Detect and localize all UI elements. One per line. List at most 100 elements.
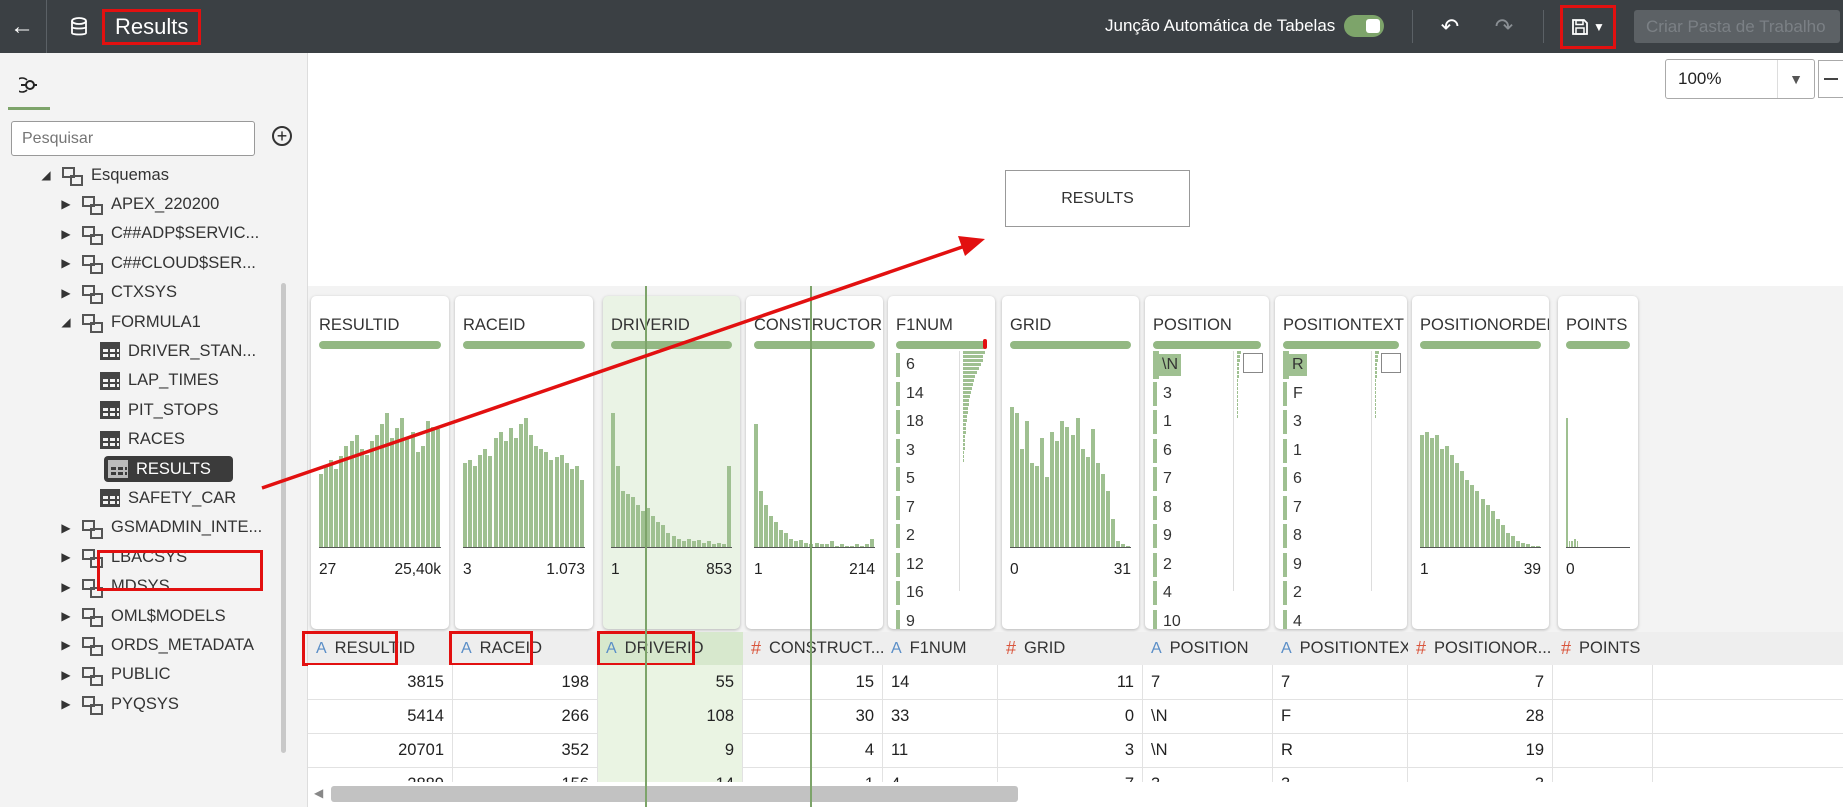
- table-cell[interactable]: 7: [1408, 665, 1553, 699]
- value-list-item[interactable]: 2: [896, 522, 924, 551]
- tree-schema-item[interactable]: ▶ PUBLIC: [58, 660, 171, 690]
- value-list-item[interactable]: 3: [896, 437, 924, 466]
- connections-tab[interactable]: [8, 63, 50, 110]
- table-cell[interactable]: 30: [743, 699, 883, 733]
- value-list-item[interactable]: 9: [896, 608, 924, 629]
- value-list-item[interactable]: 7: [1283, 494, 1307, 523]
- value-list-item[interactable]: 7: [896, 494, 924, 523]
- tree-table-item[interactable]: SAFETY_CAR: [96, 483, 236, 513]
- caret-collapsed-icon[interactable]: ▶: [58, 638, 74, 652]
- table-cell[interactable]: 3815: [308, 665, 453, 699]
- column-header-points[interactable]: # POINTS: [1553, 632, 1653, 665]
- caret-expanded-icon[interactable]: ◢: [58, 315, 74, 329]
- table-cell[interactable]: 7: [1273, 665, 1408, 699]
- zoom-select[interactable]: 100% ▼: [1665, 59, 1815, 99]
- table-cell[interactable]: \N: [1143, 733, 1273, 767]
- table-cell[interactable]: 198: [453, 665, 598, 699]
- table-cell[interactable]: 14: [883, 665, 998, 699]
- profile-card-points[interactable]: POINTS 0: [1558, 296, 1638, 629]
- value-list-item[interactable]: 6: [896, 351, 924, 380]
- table-cell[interactable]: 5414: [308, 699, 453, 733]
- value-list-item[interactable]: 6: [1153, 437, 1181, 466]
- value-list-item[interactable]: 8: [1283, 522, 1307, 551]
- table-cell[interactable]: 3: [998, 733, 1143, 767]
- profile-card-driverid[interactable]: DRIVERID 1 853: [603, 296, 740, 629]
- add-icon[interactable]: +: [272, 126, 292, 146]
- caret-collapsed-icon[interactable]: ▶: [58, 256, 74, 270]
- column-header-constructorid[interactable]: # CONSTRUCT...: [743, 632, 883, 665]
- table-cell[interactable]: 19: [1408, 733, 1553, 767]
- redo-icon[interactable]: ↷: [1486, 0, 1522, 53]
- profile-card-resultid[interactable]: RESULTID 27 25,40k: [311, 296, 449, 629]
- value-list-item[interactable]: 14: [896, 380, 924, 409]
- tree-schema-item[interactable]: ◢ FORMULA1: [58, 307, 201, 337]
- table-cell[interactable]: 0: [998, 699, 1143, 733]
- table-cell[interactable]: [1553, 665, 1653, 699]
- column-header-positiontext[interactable]: A POSITIONTEXT: [1273, 632, 1408, 665]
- tree-schema-item[interactable]: ▶ CTXSYS: [58, 278, 177, 308]
- table-cell[interactable]: 20701: [308, 733, 453, 767]
- table-row[interactable]: 3815 198 55 15 14 11 7 7 7: [308, 665, 1843, 700]
- column-header-position[interactable]: A POSITION: [1143, 632, 1273, 665]
- tree-schema-item[interactable]: ▶ GSMADMIN_INTE...: [58, 513, 262, 543]
- results-table-node[interactable]: RESULTS: [1005, 170, 1190, 227]
- value-list-item[interactable]: 3: [1283, 408, 1307, 437]
- caret-collapsed-icon[interactable]: ▶: [58, 227, 74, 241]
- table-cell[interactable]: 15: [743, 665, 883, 699]
- tree-schema-item[interactable]: ▶ OML$MODELS: [58, 601, 226, 631]
- save-button[interactable]: ▼: [1560, 5, 1616, 49]
- caret-collapsed-icon[interactable]: ▶: [58, 668, 74, 682]
- caret-collapsed-icon[interactable]: ▶: [58, 197, 74, 211]
- tree-schema-item[interactable]: ◢ Esquemas: [38, 160, 169, 190]
- search-input[interactable]: [11, 121, 255, 156]
- page-title[interactable]: Results: [102, 8, 202, 45]
- table-cell[interactable]: F: [1273, 699, 1408, 733]
- value-list-item[interactable]: 10: [1153, 608, 1181, 629]
- sidebar-scrollbar[interactable]: [281, 283, 286, 753]
- horizontal-scrollbar[interactable]: ◀: [308, 782, 1843, 807]
- zoom-out-button[interactable]: [1818, 60, 1843, 98]
- create-workbook-button[interactable]: Criar Pasta de Trabalho: [1634, 10, 1840, 43]
- column-header-f1num[interactable]: A F1NUM: [883, 632, 998, 665]
- value-list-item[interactable]: 6: [1283, 465, 1307, 494]
- table-cell[interactable]: 11: [883, 733, 998, 767]
- value-list-item[interactable]: 1: [1153, 408, 1181, 437]
- chevron-down-icon[interactable]: ▼: [1777, 60, 1814, 98]
- table-cell[interactable]: 33: [883, 699, 998, 733]
- profile-card-constructorid[interactable]: CONSTRUCTORID 1 214: [746, 296, 883, 629]
- table-cell[interactable]: 55: [598, 665, 743, 699]
- table-cell[interactable]: 7: [998, 767, 1143, 782]
- value-list-item[interactable]: 4: [1283, 608, 1307, 629]
- profile-card-f1num[interactable]: F1NUM 6 14 18 3 5 7 2 12 16 9: [888, 296, 995, 629]
- table-cell[interactable]: 108: [598, 699, 743, 733]
- table-cell[interactable]: 28: [1408, 699, 1553, 733]
- profile-card-positiontext[interactable]: POSITIONTEXT R F 3 1 6 7 8 9 2 4: [1275, 296, 1407, 629]
- profile-card-position[interactable]: POSITION \N 3 1 6 7 8 9 2 4 10: [1145, 296, 1269, 629]
- table-cell[interactable]: 7: [1143, 665, 1273, 699]
- table-cell[interactable]: [1553, 733, 1653, 767]
- value-list-item[interactable]: 9: [1153, 522, 1181, 551]
- table-cell[interactable]: [1553, 767, 1653, 782]
- value-list-item[interactable]: 8: [1153, 494, 1181, 523]
- caret-collapsed-icon[interactable]: ▶: [58, 521, 74, 535]
- table-cell[interactable]: 352: [453, 733, 598, 767]
- table-cell[interactable]: 3: [1273, 767, 1408, 782]
- value-list-item[interactable]: 9: [1283, 551, 1307, 580]
- tree-table-item[interactable]: DRIVER_STAN...: [96, 336, 256, 366]
- column-header-positionorder[interactable]: # POSITIONOR...: [1408, 632, 1553, 665]
- table-cell[interactable]: 2889: [308, 767, 453, 782]
- table-cell[interactable]: 4: [883, 767, 998, 782]
- tree-table-item[interactable]: PIT_STOPS: [96, 395, 218, 425]
- scroll-left-icon[interactable]: ◀: [314, 786, 323, 800]
- tree-schema-item[interactable]: ▶ C##ADP$SERVIC...: [58, 219, 259, 249]
- caret-collapsed-icon[interactable]: ▶: [58, 550, 74, 564]
- value-list-item[interactable]: 2: [1283, 579, 1307, 608]
- table-cell[interactable]: 3: [1143, 767, 1273, 782]
- value-list-item[interactable]: 2: [1153, 551, 1181, 580]
- table-cell[interactable]: 4: [743, 733, 883, 767]
- column-header-grid[interactable]: # GRID: [998, 632, 1143, 665]
- auto-join-toggle[interactable]: [1344, 15, 1384, 37]
- caret-collapsed-icon[interactable]: ▶: [58, 580, 74, 594]
- caret-collapsed-icon[interactable]: ▶: [58, 286, 74, 300]
- profile-card-positionorder[interactable]: POSITIONORDER 1 39: [1412, 296, 1549, 629]
